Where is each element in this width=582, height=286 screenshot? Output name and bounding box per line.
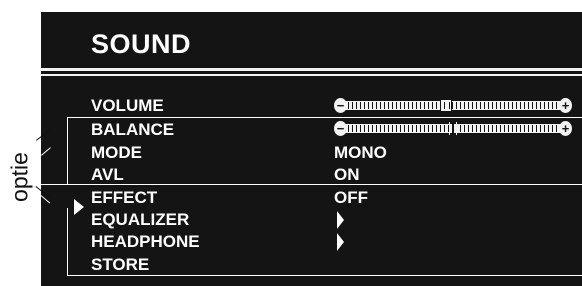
plus-icon: + [559, 98, 572, 113]
optie-label-text: optie [6, 152, 33, 202]
submenu-arrow-icon[interactable] [337, 211, 344, 229]
menu-item-headphone[interactable]: HEADPHONE [91, 232, 200, 252]
optie-bracket-line-top [41, 147, 51, 156]
volume-slider-knob[interactable] [440, 99, 453, 112]
effect-value: OFF [334, 188, 368, 207]
optie-bracket-left-lower [67, 208, 68, 275]
avl-value: ON [334, 165, 360, 184]
balance-slider[interactable]: − + [334, 121, 572, 136]
menu-item-balance[interactable]: BALANCE [91, 120, 174, 140]
mode-value: MONO [334, 143, 387, 162]
menu-item-mode[interactable]: MODE [91, 143, 142, 163]
menu-item-store[interactable]: STORE [91, 255, 149, 275]
balance-slider-center-marker[interactable] [449, 122, 457, 135]
menu-title: SOUND [91, 29, 192, 59]
volume-slider[interactable]: − + [334, 98, 572, 113]
title-divider [41, 68, 582, 71]
submenu-arrow-icon[interactable] [337, 233, 344, 251]
tv-osd-screen: SOUND VOLUME − + BALANCE − + MODE MONO A… [41, 12, 582, 286]
minus-icon: − [334, 121, 347, 136]
minus-icon: − [334, 98, 347, 113]
menu-item-volume[interactable]: VOLUME [91, 96, 164, 116]
optie-bracket-mid-edge [41, 184, 582, 185]
title-divider-secondary [41, 74, 582, 76]
optie-bracket-left-upper [67, 117, 68, 185]
menu-item-avl[interactable]: AVL [91, 165, 124, 185]
menu-item-equalizer[interactable]: EQUALIZER [91, 210, 189, 230]
optie-label: optie [5, 136, 35, 218]
optie-bracket-bottom-edge [67, 275, 582, 276]
optie-bracket-top-edge [67, 117, 582, 118]
selection-cursor-icon [74, 199, 84, 215]
plus-icon: + [559, 121, 572, 136]
volume-slider-ticks [344, 102, 562, 109]
menu-item-effect[interactable]: EFFECT [91, 188, 157, 208]
